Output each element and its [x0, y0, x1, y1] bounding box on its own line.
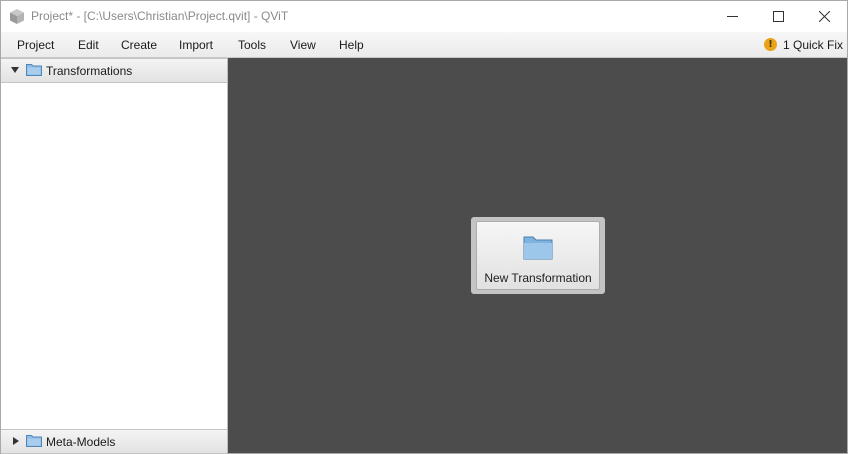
menu-tools[interactable]: Tools	[238, 38, 266, 52]
project-sidebar: Transformations Meta-Models	[1, 58, 228, 454]
transformations-label: Transformations	[46, 64, 133, 78]
menu-view[interactable]: View	[290, 38, 316, 52]
quick-fix-button[interactable]: ! 1 Quick Fix	[763, 36, 843, 53]
minimize-button[interactable]	[709, 1, 755, 32]
menu-create[interactable]: Create	[121, 38, 157, 52]
new-transformation-button[interactable]: New Transformation	[476, 221, 600, 290]
transformations-pane-header[interactable]: Transformations	[1, 58, 227, 83]
close-icon	[818, 11, 830, 22]
quick-fix-label: 1 Quick Fix	[782, 37, 843, 52]
window-title: Project* - [C:\Users\Christian\Project.q…	[31, 9, 289, 23]
expanded-arrow-icon[interactable]	[11, 67, 19, 73]
close-button[interactable]	[801, 1, 847, 32]
meta-models-label: Meta-Models	[46, 435, 116, 449]
app-cube-icon	[10, 9, 24, 24]
menu-help[interactable]: Help	[339, 38, 364, 52]
maximize-icon	[772, 11, 784, 22]
minimize-icon	[726, 16, 738, 17]
new-transformation-label: New Transformation	[484, 271, 592, 285]
menu-bar: Project Edit Create Import Tools View He…	[1, 32, 847, 58]
folder-icon	[26, 64, 42, 76]
menu-edit[interactable]: Edit	[78, 38, 99, 52]
collapsed-arrow-icon[interactable]	[13, 437, 19, 445]
new-transformation-frame: New Transformation	[471, 217, 605, 294]
maximize-button[interactable]	[755, 1, 801, 32]
title-bar[interactable]: Project* - [C:\Users\Christian\Project.q…	[1, 1, 847, 32]
warning-icon: !	[763, 38, 777, 51]
folder-icon	[523, 236, 553, 260]
transformation-canvas: New Transformation	[228, 58, 847, 453]
meta-models-pane-header[interactable]: Meta-Models	[1, 429, 227, 454]
menu-import[interactable]: Import	[179, 38, 213, 52]
folder-icon	[26, 435, 42, 447]
app-window: Project* - [C:\Users\Christian\Project.q…	[0, 0, 848, 454]
menu-project[interactable]: Project	[17, 38, 54, 52]
